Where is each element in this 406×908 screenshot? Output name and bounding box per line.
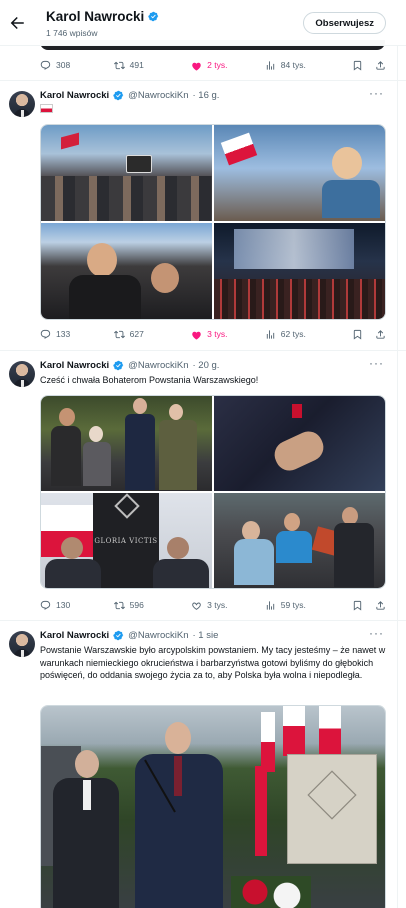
like-button[interactable]: 3 tys.: [191, 329, 265, 340]
retweet-count: 491: [129, 60, 144, 70]
photo[interactable]: [214, 493, 385, 588]
views-count: 59 tys.: [280, 600, 306, 610]
avatar[interactable]: [9, 631, 35, 657]
more-icon[interactable]: ···: [369, 356, 384, 370]
share-icon[interactable]: [375, 60, 386, 71]
like-button[interactable]: 2 tys.: [191, 60, 265, 71]
reply-icon: [40, 60, 51, 70]
more-icon[interactable]: ···: [369, 626, 384, 640]
like-icon: [192, 602, 201, 610]
more-icon[interactable]: ···: [369, 86, 384, 100]
timeline-border: [397, 0, 398, 908]
retweet-icon: [113, 330, 125, 338]
tweet-text: Cześć i chwała Bohaterom Powstania Warsz…: [40, 375, 259, 385]
verified-badge-icon: [113, 360, 124, 371]
tweet-time[interactable]: · 20 g.: [193, 360, 220, 371]
post-count: 1 746 wpisów: [46, 28, 98, 38]
verified-badge-icon: [113, 90, 124, 101]
views-button[interactable]: 59 tys.: [265, 600, 352, 611]
share-icon[interactable]: [375, 329, 386, 340]
photo[interactable]: [41, 396, 212, 491]
reply-button[interactable]: 130: [40, 600, 114, 611]
profile-name: Karol Nawrocki: [46, 9, 159, 24]
views-icon: [266, 60, 274, 70]
views-button[interactable]: 84 tys.: [265, 60, 352, 71]
photo[interactable]: [41, 125, 212, 221]
reply-count: 308: [56, 60, 71, 70]
verified-badge-icon: [113, 630, 124, 641]
tweet-header: Karol Nawrocki @NawrockiKn · 20 g.: [40, 360, 219, 371]
like-count: 3 tys.: [207, 600, 228, 610]
tweet-header: Karol Nawrocki @NawrockiKn · 16 g.: [40, 90, 219, 101]
like-count: 2 tys.: [207, 60, 228, 70]
views-icon: [266, 600, 274, 610]
bookmark-icon[interactable]: [352, 329, 363, 340]
reply-button[interactable]: 133: [40, 329, 114, 340]
views-icon: [266, 329, 274, 339]
bookmark-icon[interactable]: [352, 60, 363, 71]
avatar[interactable]: [9, 361, 35, 387]
retweet-count: 596: [129, 600, 144, 610]
like-button[interactable]: 3 tys.: [191, 600, 265, 611]
back-arrow-icon[interactable]: [8, 14, 26, 32]
like-icon: [192, 331, 201, 340]
reply-button[interactable]: 308: [40, 60, 114, 71]
tweet-actions: 308 491 2 tys. 84 tys.: [40, 57, 386, 73]
share-icon[interactable]: [375, 600, 386, 611]
tweet-text: [40, 104, 386, 117]
photo[interactable]: [214, 125, 385, 221]
retweet-button[interactable]: 627: [113, 329, 192, 340]
photo[interactable]: [214, 396, 385, 491]
divider: [0, 350, 406, 351]
bookmark-icon[interactable]: [352, 600, 363, 611]
profile-name-text: Karol Nawrocki: [46, 9, 145, 24]
views-count: 62 tys.: [280, 329, 306, 339]
retweet-count: 627: [129, 329, 144, 339]
retweet-button[interactable]: 596: [113, 600, 192, 611]
author-name[interactable]: Karol Nawrocki: [40, 360, 109, 371]
tweet-time[interactable]: · 16 g.: [193, 90, 220, 101]
profile-header: Karol Nawrocki 1 746 wpisów Obserwujesz: [0, 0, 406, 46]
author-handle[interactable]: @NawrockiKn: [128, 630, 188, 641]
like-icon: [192, 62, 201, 71]
tweet-actions: 130 596 3 tys. 59 tys.: [40, 597, 386, 613]
like-count: 3 tys.: [207, 329, 228, 339]
verified-badge-icon: [148, 11, 159, 22]
photo[interactable]: [41, 223, 212, 319]
tweet-text: Powstanie Warszawskie było arcypolskim p…: [40, 645, 386, 680]
poland-flag-emoji: [40, 104, 53, 113]
tweet-actions: 133 627 3 tys. 62 tys.: [40, 326, 386, 342]
retweet-button[interactable]: 491: [113, 60, 192, 71]
views-button[interactable]: 62 tys.: [265, 329, 352, 340]
tweet-header: Karol Nawrocki @NawrockiKn · 1 sie: [40, 630, 218, 641]
retweet-icon: [113, 61, 125, 69]
tweet-media[interactable]: GLORIA VICTIS: [40, 395, 386, 589]
divider: [0, 80, 406, 81]
following-button[interactable]: Obserwujesz: [303, 12, 386, 34]
photo[interactable]: [214, 223, 385, 319]
photo[interactable]: [41, 706, 385, 908]
views-count: 84 tys.: [280, 60, 306, 70]
author-name[interactable]: Karol Nawrocki: [40, 630, 109, 641]
retweet-icon: [113, 601, 125, 609]
reply-icon: [40, 329, 51, 339]
author-handle[interactable]: @NawrockiKn: [128, 90, 188, 101]
divider: [0, 620, 406, 621]
avatar[interactable]: [9, 91, 35, 117]
photo-caption: GLORIA VICTIS: [94, 537, 158, 545]
reply-icon: [40, 600, 51, 610]
tweet-time[interactable]: · 1 sie: [193, 630, 219, 641]
reply-count: 130: [56, 600, 71, 610]
author-name[interactable]: Karol Nawrocki: [40, 90, 109, 101]
author-handle[interactable]: @NawrockiKn: [128, 360, 188, 371]
tweet-media[interactable]: [40, 124, 386, 320]
tweet-media[interactable]: [40, 705, 386, 908]
reply-count: 133: [56, 329, 71, 339]
photo[interactable]: GLORIA VICTIS: [41, 493, 212, 588]
